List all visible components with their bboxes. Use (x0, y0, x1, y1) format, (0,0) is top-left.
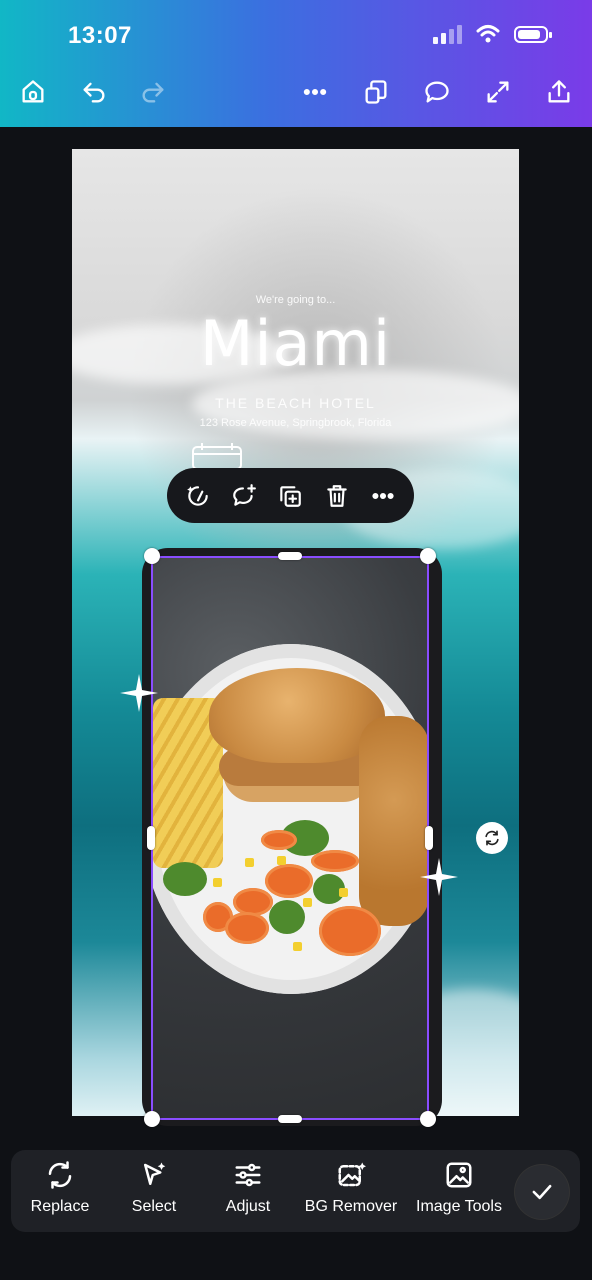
pages-icon (365, 80, 387, 104)
rotate-icon (485, 830, 499, 846)
fullscreen-button[interactable] (478, 72, 518, 112)
calendar-icon[interactable] (192, 443, 242, 469)
tool-label: Adjust (225, 1198, 271, 1215)
delete-button[interactable] (319, 478, 355, 514)
canvas-address[interactable]: 123 Rose Avenue, Springbrook, Florida (72, 417, 519, 429)
checkmark-icon (532, 1184, 552, 1200)
home-icon (22, 80, 44, 103)
image-tools-icon (446, 1162, 472, 1188)
wifi-icon (476, 25, 500, 43)
tool-label: BG Remover (304, 1198, 398, 1215)
app-header: 13:07 (0, 0, 592, 127)
duplicate-button[interactable] (272, 478, 308, 514)
magic-edit-icon (187, 485, 208, 506)
select-tool[interactable]: Select (126, 1160, 182, 1224)
add-comment-button[interactable] (226, 478, 262, 514)
sparkle-icon (120, 674, 158, 712)
selection-frame (151, 556, 429, 1120)
tool-label: Replace (30, 1198, 90, 1215)
resize-handle-bottom-right[interactable] (420, 1111, 436, 1127)
more-icon (372, 492, 394, 499)
more-button[interactable] (295, 72, 335, 112)
resize-handle-top-right[interactable] (420, 548, 436, 564)
canvas-title[interactable]: Miami (72, 307, 519, 380)
redo-button[interactable] (133, 72, 173, 112)
comment-icon (425, 81, 449, 103)
status-time: 13:07 (68, 22, 132, 49)
redo-icon (142, 82, 164, 103)
resize-handle-bottom[interactable] (278, 1115, 302, 1123)
undo-icon (83, 82, 105, 103)
select-icon (144, 1162, 166, 1185)
resize-handle-left[interactable] (147, 826, 155, 850)
bg-remover-icon (338, 1162, 366, 1187)
done-button[interactable] (515, 1165, 569, 1219)
image-tools-tool[interactable]: Image Tools (414, 1160, 504, 1224)
share-button[interactable] (539, 72, 579, 112)
battery-icon (514, 25, 552, 43)
resize-handle-right[interactable] (425, 826, 433, 850)
fullscreen-icon (487, 81, 509, 103)
adjust-icon (235, 1163, 261, 1187)
context-more-button[interactable] (365, 478, 401, 514)
sparkle-icon (420, 858, 458, 896)
editor-toolbar (0, 72, 592, 114)
duplicate-icon (280, 485, 302, 507)
undo-button[interactable] (74, 72, 114, 112)
resize-handle-top[interactable] (278, 552, 302, 560)
cellular-signal-icon (433, 24, 462, 44)
tool-label: Image Tools (416, 1198, 502, 1215)
element-context-menu (167, 468, 414, 523)
status-icons (433, 24, 552, 44)
more-icon (303, 88, 327, 96)
resize-handle-bottom-left[interactable] (144, 1111, 160, 1127)
magic-edit-button[interactable] (180, 478, 216, 514)
comment-button[interactable] (417, 72, 457, 112)
home-button[interactable] (13, 72, 53, 112)
tool-label: Select (131, 1198, 177, 1215)
replace-tool[interactable]: Replace (29, 1160, 91, 1224)
replace-icon (48, 1161, 72, 1189)
share-icon (548, 80, 570, 103)
canvas-hotel-name[interactable]: THE BEACH HOTEL (72, 395, 519, 411)
image-tools-panel: Replace Select Adjust BG Remover Image T… (11, 1150, 580, 1232)
resize-handle-top-left[interactable] (144, 548, 160, 564)
adjust-tool[interactable]: Adjust (219, 1160, 277, 1224)
rotate-button[interactable] (476, 822, 508, 854)
delete-icon (326, 484, 347, 507)
bg-remover-tool[interactable]: BG Remover (303, 1160, 399, 1224)
pages-button[interactable] (356, 72, 396, 112)
canvas-subtitle[interactable]: We're going to... (72, 294, 519, 306)
add-comment-icon (233, 483, 257, 506)
